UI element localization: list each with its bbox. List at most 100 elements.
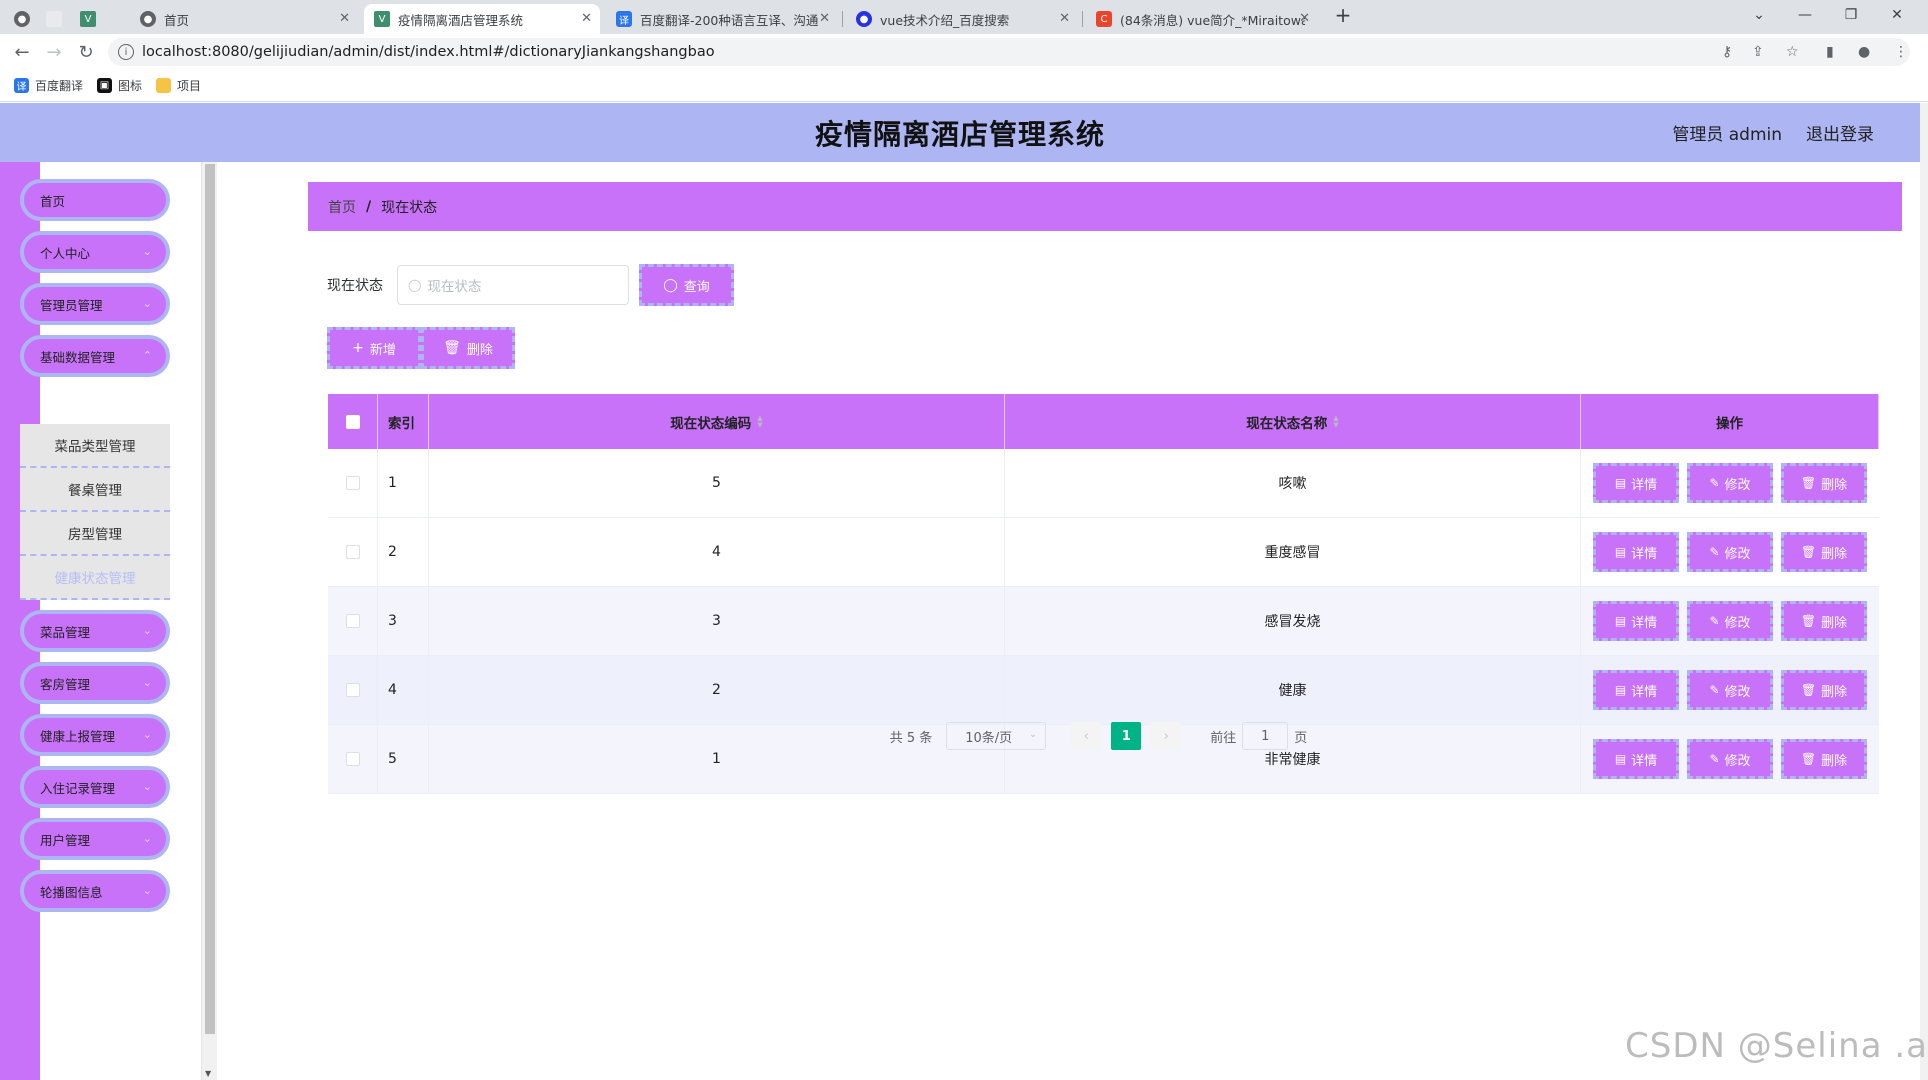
add-button[interactable]: + 新增 [327,327,421,369]
select-all-checkbox[interactable] [345,414,360,429]
close-icon[interactable]: ✕ [1299,11,1310,26]
bookmark-1[interactable]: ▣ 图标 [97,77,142,94]
query-button[interactable]: ◯ 查询 [639,264,734,306]
prev-page-button[interactable]: ‹ [1071,722,1102,750]
edit-button[interactable]: ✎ 修改 [1687,670,1773,710]
new-tab-button[interactable]: + [1320,0,1366,30]
delete-button[interactable]: 🗑 删除 [1781,601,1867,641]
close-icon[interactable]: ✕ [339,11,350,26]
sidebar-item-admin[interactable]: 管理员管理 ⌄ [20,283,170,325]
submenu-item-dish-type[interactable]: 菜品类型管理 [20,424,170,468]
document-icon: ▤ [1614,683,1627,697]
page-size-select[interactable]: 10条/页 ⌄ [946,722,1047,750]
maximize-button[interactable]: ❐ [1828,0,1874,30]
detail-button[interactable]: ▤ 详情 [1593,532,1679,572]
submenu-item-room-type[interactable]: 房型管理 [20,512,170,556]
submenu-item-table[interactable]: 餐桌管理 [20,468,170,512]
search-icon: ◯ [663,277,678,293]
tab-1[interactable]: V 疫情隔离酒店管理系统 ✕ [364,4,600,34]
batch-delete-button[interactable]: 🗑 删除 [421,327,515,369]
header-name[interactable]: 现在状态名称 ▲ ▼ [1005,394,1581,449]
sort-caret-icon[interactable]: ▲ ▼ [757,414,762,429]
scroll-down-arrow-icon[interactable]: ▼ [205,1069,211,1078]
detail-label: 详情 [1631,546,1658,562]
search-input[interactable]: ◯ 现在状态 [397,265,629,305]
detail-button[interactable]: ▤ 详情 [1593,670,1679,710]
row-checkbox[interactable] [345,752,360,766]
sidebar-item-users[interactable]: 用户管理 ⌄ [20,818,170,860]
info-icon[interactable]: i [118,44,134,60]
sidebar-item-rooms[interactable]: 客房管理 ⌄ [20,662,170,704]
page-scrollbar[interactable] [1920,103,1928,1080]
row-checkbox[interactable] [345,476,360,490]
back-arrow-icon[interactable]: ← [10,40,34,64]
row-checkbox[interactable] [345,614,360,628]
detail-button[interactable]: ▤ 详情 [1593,463,1679,503]
chevron-up-icon: ⌃ [142,349,152,362]
sort-caret-icon[interactable]: ▲ ▼ [1333,414,1338,429]
page-number-button[interactable]: 1 [1111,722,1142,750]
profile-icon[interactable]: ● [1858,44,1870,60]
breadcrumb-separator: / [366,198,372,215]
forward-arrow-icon[interactable]: → [42,40,66,64]
tab-4[interactable]: C (84条消息) vue简介_*Miraitowa ✕ [1086,4,1318,34]
close-icon[interactable]: ✕ [1059,11,1070,26]
search-label: 现在状态 [327,278,383,294]
tab-search-chevron-icon[interactable]: ⌄ [1736,0,1782,30]
delete-button[interactable]: 🗑 删除 [1781,532,1867,572]
reload-icon[interactable]: ↻ [74,40,98,64]
tab-pinned-vue[interactable]: V [74,4,102,34]
tab-separator [842,11,843,27]
sidebar-item-profile[interactable]: 个人中心 ⌄ [20,231,170,273]
logout-link[interactable]: 退出登录 [1806,120,1874,145]
scrollbar-thumb[interactable] [205,164,215,1034]
row-checkbox[interactable] [345,545,360,559]
plus-icon: + [352,340,364,356]
tab-3[interactable]: ● vue技术介绍_百度搜索 ✕ [846,4,1078,34]
close-icon[interactable]: ✕ [819,11,830,26]
goto-input[interactable]: 1 [1242,722,1289,750]
chevron-left-icon: ‹ [1083,728,1089,744]
breadcrumb-home[interactable]: 首页 [328,197,356,217]
menu-dots-icon[interactable]: ⋮ [1894,44,1908,60]
sidebar-item-checkin[interactable]: 入住记录管理 ⌄ [20,766,170,808]
tab-2[interactable]: 译 百度翻译-200种语言互译、沟通 ✕ [606,4,838,34]
sidebar-scrollbar[interactable]: ▼ [201,162,217,1080]
close-window-button[interactable]: ✕ [1874,0,1920,30]
star-icon[interactable]: ☆ [1786,44,1799,60]
url-omnibox[interactable]: i localhost:8080/gelijiudian/admin/dist/… [108,38,1910,66]
sidebar-item-health-report[interactable]: 健康上报管理 ⌄ [20,714,170,756]
edit-button[interactable]: ✎ 修改 [1687,463,1773,503]
edit-button[interactable]: ✎ 修改 [1687,601,1773,641]
next-page-button[interactable]: › [1151,722,1182,750]
sidepanel-icon[interactable]: ▮ [1826,44,1834,60]
bookmark-0[interactable]: 译百度翻译 [14,77,83,94]
delete-button[interactable]: 🗑 删除 [1781,670,1867,710]
key-icon[interactable]: ⚷ [1722,44,1732,60]
sidebar-item-dishes[interactable]: 菜品管理 ⌄ [20,610,170,652]
tab-pinned-globe[interactable]: ● [8,4,36,34]
detail-button[interactable]: ▤ 详情 [1593,601,1679,641]
cell-code: 4 [429,518,1005,586]
bookmark-2[interactable]: 项目 [156,77,201,94]
sidebar-item-carousel[interactable]: 轮播图信息 ⌄ [20,870,170,912]
minimize-button[interactable]: — [1782,0,1828,30]
sidebar-item-label: 健康上报管理 [40,728,116,744]
vue-icon: V [374,11,390,27]
close-icon[interactable]: ✕ [581,11,592,26]
tab-0[interactable]: ● 首页 ✕ [130,4,358,34]
cell-name: 健康 [1005,656,1581,724]
delete-label: 删除 [1821,615,1848,631]
share-icon[interactable]: ⇪ [1752,44,1764,60]
add-button-label: 新增 [369,342,396,358]
row-checkbox[interactable] [345,683,360,697]
tab-pinned-blank[interactable] [40,4,68,34]
delete-button[interactable]: 🗑 删除 [1781,463,1867,503]
header-code[interactable]: 现在状态编码 ▲ ▼ [429,394,1005,449]
submenu-item-health-status[interactable]: 健康状态管理 [20,556,170,600]
breadcrumb: 首页 / 现在状态 [308,182,1902,231]
sidebar-item-base-data[interactable]: 基础数据管理 ⌃ [20,335,170,377]
bookmark-label: 图标 [118,79,143,93]
sidebar-item-home[interactable]: 首页 [20,179,170,221]
edit-button[interactable]: ✎ 修改 [1687,532,1773,572]
